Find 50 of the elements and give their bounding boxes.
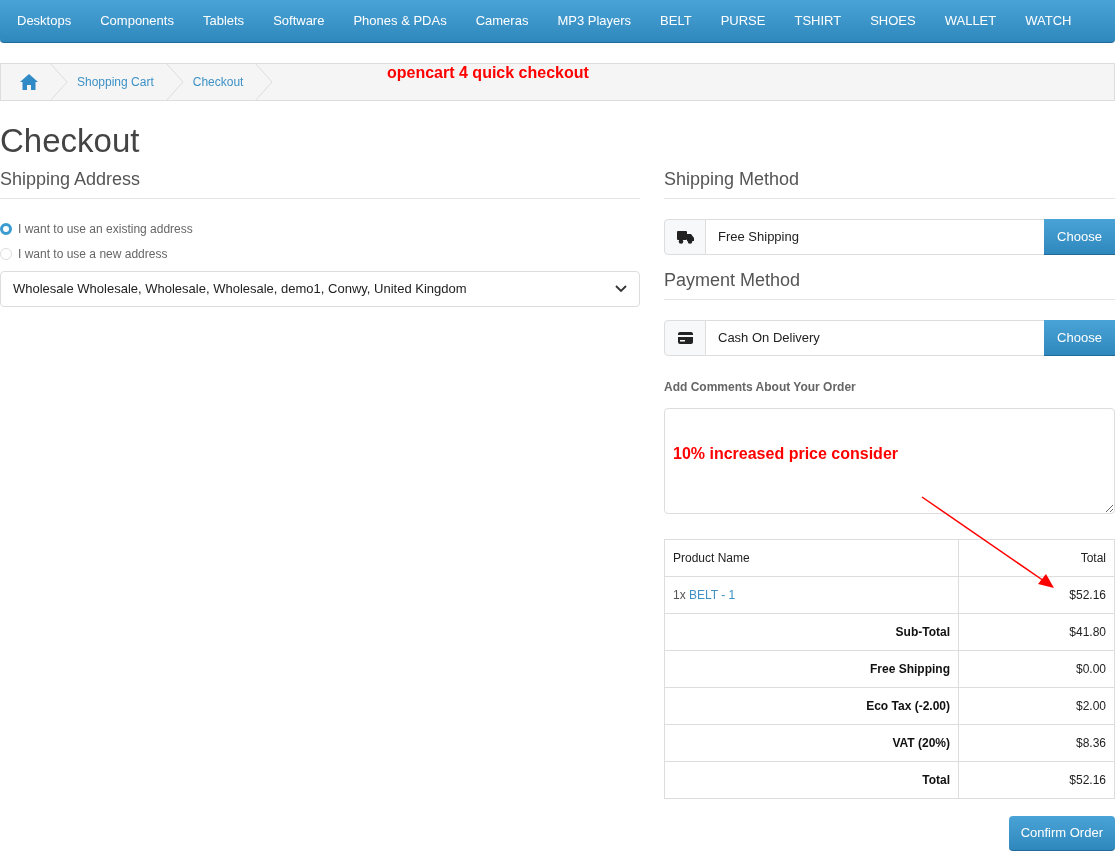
comment-field[interactable]: [664, 408, 1115, 514]
quantity-text: 1x: [673, 588, 686, 602]
menu-item[interactable]: Cameras: [461, 11, 543, 31]
menu-item[interactable]: Components: [86, 11, 188, 31]
radio-label: I want to use a new address: [18, 245, 168, 263]
menu-item[interactable]: Software: [259, 11, 339, 31]
total-label: Sub-Total: [664, 613, 959, 651]
method-field[interactable]: Cash On Delivery: [706, 320, 1044, 356]
chevron-down-icon: [615, 285, 627, 293]
menu-item[interactable]: PURSE: [706, 11, 780, 31]
breadcrumb-link[interactable]: Checkout: [192, 73, 244, 91]
table-cell: $0.00: [958, 650, 1115, 688]
choose-button[interactable]: Choose: [1044, 219, 1115, 255]
address-dropdown[interactable]: Wholesale Wholesale, Wholesale, Wholesale, demo1, Conwy, United Kingdom: [0, 271, 640, 307]
method-field[interactable]: Free Shipping: [706, 219, 1044, 255]
total-label: Total: [664, 761, 959, 799]
section-heading: Shipping Method: [664, 168, 801, 191]
menu-item[interactable]: SHOES: [856, 11, 930, 31]
credit-card-icon: [677, 332, 693, 344]
table-cell: $2.00: [958, 687, 1115, 725]
table-header: Total: [958, 539, 1115, 577]
page-title: Checkout: [0, 121, 141, 161]
menu-item[interactable]: Tablets: [188, 11, 259, 31]
annotation-text: opencart 4 quick checkout: [387, 63, 589, 83]
table-cell: $41.80: [958, 613, 1115, 651]
truck-icon: [676, 230, 694, 244]
table-header: Product Name: [664, 539, 959, 577]
menu-item[interactable]: Phones & PDAs: [339, 11, 461, 31]
breadcrumb-link[interactable]: Shopping Cart: [77, 73, 154, 91]
menu-item[interactable]: TSHIRT: [780, 11, 856, 31]
menu-item[interactable]: BELT: [646, 11, 706, 31]
menu-item[interactable]: MP3 Players: [543, 11, 646, 31]
menu-item[interactable]: WATCH: [1011, 11, 1086, 31]
menu-item[interactable]: WALLET: [930, 11, 1011, 31]
product-link[interactable]: BELT - 1: [689, 588, 736, 602]
home-icon[interactable]: [20, 74, 38, 90]
table-cell: $8.36: [958, 724, 1115, 762]
radio-label: I want to use an existing address: [18, 220, 193, 238]
section-heading: Payment Method: [664, 269, 802, 292]
confirm-order-button[interactable]: Confirm Order: [1008, 816, 1115, 851]
choose-button[interactable]: Choose: [1044, 320, 1115, 356]
field-label: Add Comments About Your Order: [664, 379, 857, 396]
total-label: VAT (20%): [664, 724, 959, 762]
menu-item[interactable]: Desktops: [3, 11, 86, 31]
total-label: Eco Tax (-2.00): [664, 687, 959, 725]
radio-button[interactable]: [0, 222, 12, 235]
section-heading: Shipping Address: [0, 168, 142, 191]
table-cell: $52.16: [958, 761, 1115, 799]
total-label: Free Shipping: [664, 650, 959, 688]
annotation-text: 10% increased price consider: [673, 444, 898, 464]
